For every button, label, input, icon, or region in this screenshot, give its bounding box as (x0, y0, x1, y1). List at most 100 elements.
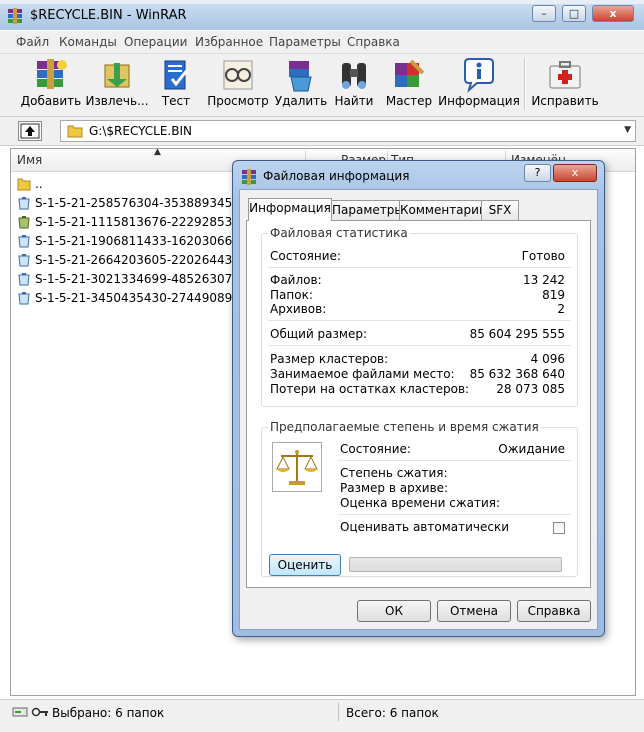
cancel-button[interactable]: Отмена (437, 600, 511, 622)
status-divider (338, 703, 339, 721)
recycle-bin-icon (18, 235, 30, 248)
find-button[interactable]: Найти (330, 54, 378, 114)
stats-total-size-value: 85 604 295 555 (469, 327, 565, 341)
maximize-button[interactable]: □ (562, 5, 586, 22)
path-text: G:\$RECYCLE.BIN (89, 124, 192, 138)
view-label: Просмотр (207, 94, 269, 108)
recycle-bin-icon (18, 197, 30, 210)
status-bar: Выбрано: 6 папок Всего: 6 папок (0, 699, 644, 732)
stats-cluster-label: Размер кластеров: (270, 352, 389, 366)
recycle-bin-icon (18, 292, 30, 305)
file-info-dialog: Файловая информация ? x Информация Парам… (232, 160, 605, 637)
estimate-button[interactable]: Оценить (269, 554, 341, 576)
stats-files-label: Файлов: (270, 273, 322, 287)
compression-archive-size-label: Размер в архиве: (340, 481, 449, 495)
repair-button[interactable]: Исправить (531, 54, 599, 114)
compression-title: Предполагаемые степень и время сжатия (268, 420, 541, 434)
title-bar-edge (0, 0, 644, 4)
minimize-button[interactable]: – (532, 5, 556, 22)
stats-cluster-value: 4 096 (530, 352, 565, 366)
divider (338, 514, 571, 515)
file-stats-group: Файловая статистика Состояние: Готово Фа… (261, 226, 578, 407)
status-total: Всего: 6 папок (346, 706, 439, 720)
close-button[interactable]: x (592, 5, 634, 22)
auto-estimate-label: Оценивать автоматически (340, 520, 510, 534)
help-button[interactable]: Справка (517, 600, 591, 622)
menu-bar: Файл Команды Операции Избранное Параметр… (0, 31, 644, 54)
find-binoculars-icon (342, 63, 366, 89)
window-title: $RECYCLE.BIN - WinRAR (30, 8, 187, 23)
dialog-help-button[interactable]: ? (524, 164, 551, 182)
key-icon (31, 707, 48, 717)
estimate-progress-bar (349, 557, 562, 572)
recycle-bin-icon (18, 273, 30, 286)
stats-loss-label: Потери на остатках кластеров: (270, 382, 470, 396)
delete-button[interactable]: Удалить (275, 54, 327, 114)
view-glasses-icon (223, 60, 253, 90)
file-stats-title: Файловая статистика (268, 226, 410, 240)
divider (268, 345, 571, 346)
tab-sfx[interactable]: SFX (481, 200, 519, 220)
compression-state-value: Ожидание (498, 442, 565, 456)
wizard-button[interactable]: Мастер (384, 54, 434, 114)
repair-firstaid-icon (549, 61, 581, 89)
status-selected: Выбрано: 6 папок (52, 706, 165, 720)
stats-total-size-label: Общий размер: (270, 327, 368, 341)
tab-comment[interactable]: Комментарий (399, 200, 487, 220)
winrar-dialog-icon (242, 169, 256, 185)
test-button[interactable]: Тест (150, 54, 202, 114)
ok-button[interactable]: ОК (357, 600, 431, 622)
recycle-bin-icon (18, 254, 30, 267)
close-icon: x (609, 7, 617, 20)
stats-folders-value: 819 (542, 288, 565, 302)
column-name[interactable]: Имя (17, 153, 42, 167)
menu-help[interactable]: Справка (347, 35, 400, 49)
add-label: Добавить (20, 94, 82, 108)
info-button[interactable]: Информация (438, 54, 520, 114)
tab-information[interactable]: Информация (248, 198, 332, 221)
menu-operations[interactable]: Операции (124, 35, 187, 49)
winrar-app-icon (8, 8, 22, 24)
folder-icon (17, 178, 31, 191)
file-name: .. (35, 177, 43, 191)
test-icon (164, 60, 190, 90)
extract-icon (104, 63, 130, 88)
stats-state-value: Готово (521, 249, 565, 263)
menu-commands[interactable]: Команды (59, 35, 117, 49)
stats-state-label: Состояние: (270, 249, 341, 263)
stats-archives-label: Архивов: (270, 302, 327, 316)
folder-icon (67, 125, 83, 138)
menu-options[interactable]: Параметры (269, 35, 341, 49)
stats-occupied-label: Занимаемое файлами место: (270, 367, 455, 381)
compression-time-label: Оценка времени сжатия: (340, 496, 501, 510)
balance-scale-icon (272, 442, 322, 492)
path-dropdown-icon[interactable]: ▼ (624, 125, 631, 135)
menu-file[interactable]: Файл (16, 35, 49, 49)
tab-panel-information: Файловая статистика Состояние: Готово Фа… (246, 220, 591, 588)
extract-button[interactable]: Извлечь... (85, 54, 149, 114)
maximize-icon: □ (568, 7, 580, 20)
dialog-body: Информация Параметры Комментарий SFX Фай… (239, 189, 598, 630)
wizard-icon (395, 59, 425, 87)
archive-add-icon (37, 59, 67, 89)
path-input[interactable]: G:\$RECYCLE.BIN ▼ (60, 120, 636, 142)
toolbar: Добавить Извлечь... Тест Просмотр Удалит… (0, 54, 644, 117)
title-bar: $RECYCLE.BIN - WinRAR – □ x (0, 0, 644, 30)
stats-occupied-value: 85 632 368 640 (469, 367, 565, 381)
menu-favorites[interactable]: Избранное (195, 35, 263, 49)
up-folder-button[interactable] (18, 121, 42, 141)
dialog-close-button[interactable]: x (553, 164, 597, 182)
arrow-up-icon (20, 123, 40, 139)
sort-ascending-icon: ▲ (154, 148, 161, 157)
divider (268, 320, 571, 321)
tab-parameters[interactable]: Параметры (331, 200, 404, 220)
add-button[interactable]: Добавить (21, 54, 81, 114)
auto-estimate-checkbox[interactable] (553, 522, 565, 534)
delete-recycle-icon (289, 61, 312, 92)
address-bar: G:\$RECYCLE.BIN ▼ (0, 117, 644, 146)
stats-files-value: 13 242 (523, 273, 565, 287)
stats-folders-label: Папок: (270, 288, 313, 302)
view-button[interactable]: Просмотр (207, 54, 269, 114)
stats-archives-value: 2 (557, 302, 565, 316)
drive-icon (12, 707, 28, 717)
